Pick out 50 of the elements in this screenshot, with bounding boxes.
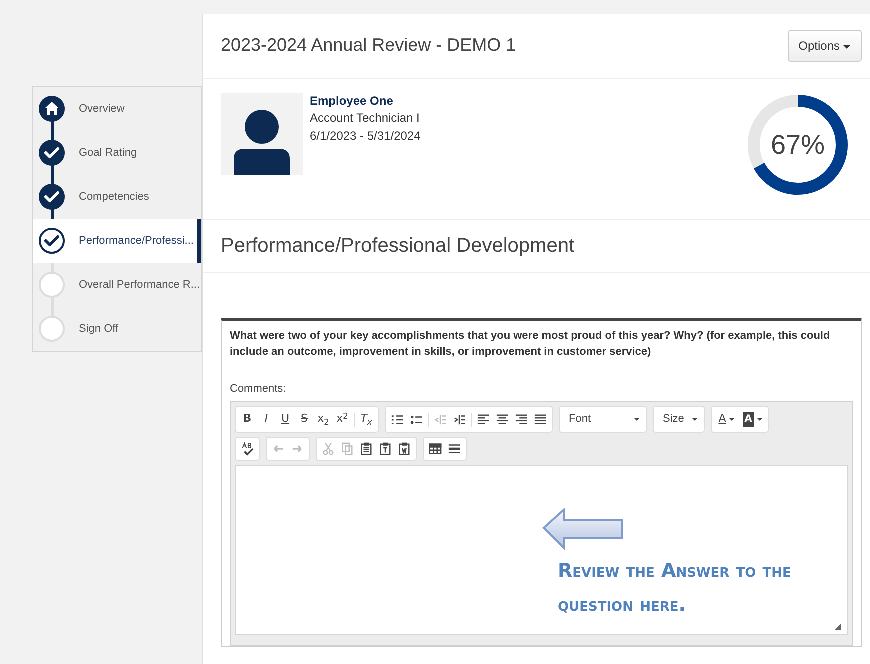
empty-circle-icon — [39, 316, 65, 342]
check-circle-icon — [39, 228, 65, 254]
comments-label: Comments: — [230, 382, 288, 397]
step-item[interactable]: Performance/Professi... — [33, 219, 201, 263]
step-item[interactable]: Goal Rating — [33, 131, 201, 175]
format-button[interactable]: T$_{x}$ — [357, 410, 376, 430]
employee-position: Account Technician I — [310, 110, 421, 128]
clipboard-icon — [398, 442, 411, 456]
align-right-icon — [515, 412, 528, 427]
scissors-icon — [322, 442, 335, 456]
comment-input-field[interactable]: Review the Answer to the question here. — [235, 464, 848, 635]
format-button[interactable]: x$_{2}$ — [314, 410, 333, 430]
outdent-icon — [434, 412, 447, 427]
employee-name: Employee One — [310, 93, 394, 110]
step-item[interactable]: Overall Performance R... — [33, 263, 201, 307]
step-item[interactable]: Overview — [33, 87, 201, 131]
spellcheck-icon — [241, 442, 254, 456]
review-period: 6/1/2023 - 5/31/2024 — [310, 128, 421, 145]
step-item[interactable]: Sign Off — [33, 307, 201, 351]
format-button[interactable]: x$^{2}$ — [333, 410, 352, 430]
format-button[interactable]: I — [257, 410, 276, 430]
dropdown-field[interactable]: Font — [559, 406, 647, 433]
format-button[interactable]: B — [238, 410, 257, 430]
review-title: 2023-2024 Annual Review - DEMO 1 — [221, 35, 516, 57]
table-icon — [429, 442, 442, 456]
section-title: Performance/Professional Development — [203, 220, 870, 273]
format-button[interactable]: S — [295, 410, 314, 430]
copy-icon — [341, 442, 354, 456]
home-icon — [39, 96, 65, 122]
annotation-text: Review the Answer to the question here. — [558, 558, 792, 618]
dropdown-field[interactable]: Size — [653, 406, 705, 433]
format-button[interactable]: U — [276, 410, 295, 430]
clipboard-icon — [379, 442, 392, 456]
text-color-button[interactable]: A — [714, 410, 740, 430]
align-center-icon — [496, 412, 509, 427]
progress-percent: 67% — [770, 128, 826, 162]
indent-icon — [453, 412, 466, 427]
numbered-list-icon — [391, 412, 404, 427]
horizontal-line-icon — [448, 442, 461, 456]
options-button[interactable]: Options — [788, 30, 862, 62]
step-item[interactable]: Competencies — [33, 175, 201, 219]
resize-grip-icon[interactable] — [835, 624, 841, 630]
align-left-icon — [477, 412, 490, 427]
clipboard-icon — [360, 442, 373, 456]
background-color-button[interactable]: A — [740, 410, 766, 430]
empty-circle-icon — [39, 272, 65, 298]
check-circle-icon — [39, 184, 65, 210]
check-circle-icon — [39, 140, 65, 166]
justify-icon — [534, 412, 547, 427]
question-text: What were two of your key accomplishments that you were most proud of this year? Why? (for example, this could include an outcome, improvement in skills, or improvement in customer service) — [230, 329, 832, 360]
